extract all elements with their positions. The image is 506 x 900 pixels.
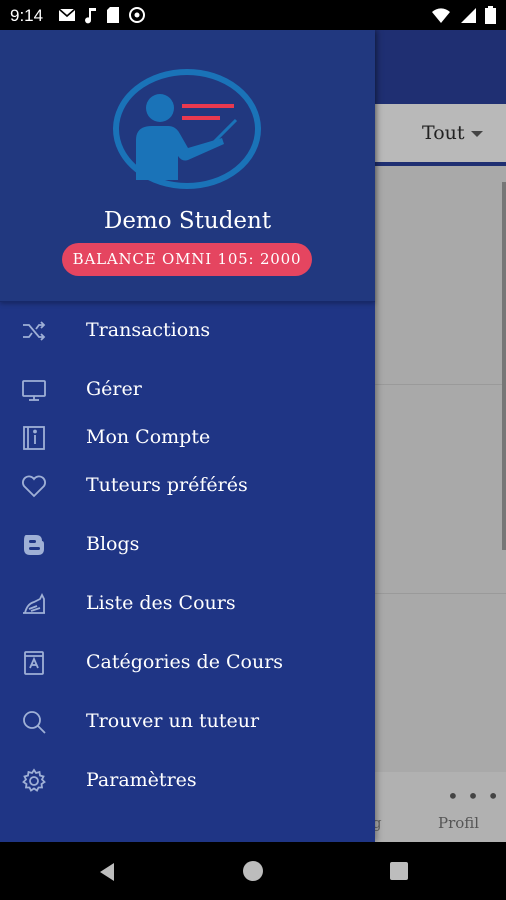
user-name: Demo Student (103, 208, 272, 234)
system-navigation-bar (0, 842, 506, 900)
menu-item-label: Blogs (86, 533, 140, 555)
menu-item-trouver-un-tuteur[interactable]: Trouver un tuteur (0, 698, 375, 744)
mail-icon (58, 8, 76, 21)
shuffle-icon (23, 321, 46, 341)
battery-icon (485, 6, 496, 24)
sync-icon (129, 7, 145, 23)
drawer-header: Demo Student BALANCE OMNI 105: 2000 (0, 30, 375, 302)
back-icon[interactable] (98, 862, 116, 882)
heart-icon (22, 475, 46, 498)
home-icon[interactable] (243, 861, 263, 881)
menu-item-categories-de-cours[interactable]: Catégories de Cours (0, 639, 375, 685)
bottom-nav-profile[interactable]: Profil (438, 814, 479, 832)
wifi-icon (432, 8, 450, 23)
blogger-icon (24, 535, 44, 555)
filter-dropdown[interactable]: Tout (422, 122, 465, 144)
more-icon[interactable]: • • • (447, 784, 500, 808)
search-icon (23, 711, 46, 734)
menu-item-transactions[interactable]: Transactions (0, 307, 375, 353)
monitor-icon (22, 380, 46, 401)
system-icons (431, 6, 496, 24)
menu-item-gerer[interactable]: Gérer (0, 366, 375, 412)
sd-card-icon (107, 7, 119, 23)
status-time: 9:14 (10, 6, 44, 25)
menu-item-blogs[interactable]: Blogs (0, 521, 375, 567)
list-divider (375, 384, 506, 385)
menu-item-label: Liste des Cours (86, 592, 236, 614)
menu-item-liste-des-cours[interactable]: Liste des Cours (0, 580, 375, 626)
menu-item-label: Transactions (86, 319, 211, 341)
list-divider (375, 593, 506, 594)
menu-item-label: Tuteurs préférés (86, 474, 248, 496)
scrollbar[interactable] (502, 182, 506, 550)
menu-item-label: Paramètres (86, 769, 197, 791)
chevron-down-icon (471, 131, 483, 137)
menu-item-parametres[interactable]: Paramètres (0, 757, 375, 803)
signal-icon (461, 8, 476, 23)
menu-item-mon-compte[interactable]: Mon Compte (0, 414, 375, 460)
category-book-icon (24, 651, 44, 675)
account-book-icon (23, 426, 45, 450)
menu-item-tuteurs-preferes[interactable]: Tuteurs préférés (0, 462, 375, 508)
status-bar: 9:14 (0, 0, 506, 30)
navigation-drawer: Demo Student BALANCE OMNI 105: 2000 Tran… (0, 30, 375, 842)
menu-item-label: Trouver un tuteur (86, 710, 260, 732)
balance-badge: BALANCE OMNI 105: 2000 (62, 243, 312, 276)
notification-icons (58, 6, 146, 24)
menu-item-label: Mon Compte (86, 426, 211, 448)
course-list-icon (23, 592, 45, 614)
gear-icon (22, 768, 46, 792)
teacher-logo-icon (113, 69, 261, 189)
music-icon (85, 8, 96, 24)
menu-item-label: Catégories de Cours (86, 651, 284, 673)
menu-item-label: Gérer (86, 378, 142, 400)
recent-apps-icon[interactable] (390, 862, 408, 880)
